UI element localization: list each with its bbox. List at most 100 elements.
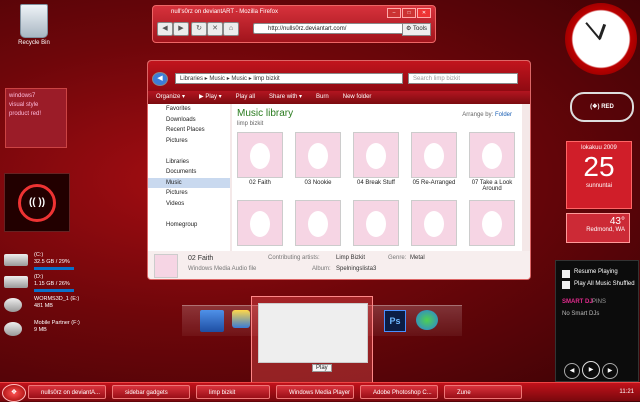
nav-homegroup[interactable]: Homegroup [148,220,230,231]
file-tile[interactable] [234,200,286,248]
windows-explorer-icon[interactable] [232,310,250,328]
nav-pictures[interactable]: Pictures [148,136,230,147]
play-icon [562,270,570,278]
album-art [353,200,399,246]
trash-icon [20,4,48,38]
library-subtitle: limp bizkit [237,121,264,127]
back-button[interactable]: ◀ [157,22,173,36]
file-tile[interactable]: 04 Break Stuff [350,132,402,186]
home-button[interactable]: ⌂ [223,22,239,36]
explorer-window[interactable]: ◀ Libraries ▸ Music ▸ Music ▸ limp bizki… [147,60,531,280]
windows-logo-gadget: (( )) [4,173,70,232]
weather-gadget[interactable]: 43° Redmond, WA [566,213,630,243]
photoshop-icon[interactable]: Ps [384,310,406,332]
artists-value[interactable]: Limp Bizkit [336,255,365,261]
tools-label: Tools [412,26,427,32]
arrange-by[interactable]: Arrange by: Folder [462,112,512,118]
smart-dj-tab[interactable]: SMART DJ [562,299,593,305]
burn-button[interactable]: Burn [316,91,329,104]
search-input[interactable]: Search limp bizkit [408,73,518,84]
firefox-window[interactable]: null's0rz on deviantART - Mozilla Firefo… [152,5,436,43]
details-pane: 02 Faith Windows Media Audio file Contri… [148,251,530,279]
zune-next-button[interactable]: ▶ [602,363,618,379]
shuffle-icon [562,281,570,289]
arrange-value[interactable]: Folder [495,112,512,118]
zune-player[interactable]: Resume Playing Play All Music Shuffled S… [555,260,639,382]
new-folder-button[interactable]: New folder [343,91,372,104]
reload-button[interactable]: ↻ [191,22,207,36]
nav-libraries[interactable]: Libraries [148,157,230,168]
start-button[interactable]: ❖ [2,384,26,402]
taskbar-sidebar-gadgets[interactable]: sidebar gadgets [112,385,190,399]
nav-videos[interactable]: Videos [148,199,230,210]
genre-value[interactable]: Metal [410,255,425,261]
file-tile[interactable] [350,200,402,248]
share-with-button[interactable]: Share with ▾ [269,91,302,104]
file-tile[interactable]: 02 Faith [234,132,286,186]
organize-button[interactable]: Organize ▾ [156,91,185,104]
nav-documents[interactable]: Documents [148,167,230,178]
play-all-button[interactable]: Play all [236,91,255,104]
windows-flag-icon: (( )) [18,183,56,222]
no-smart-djs: No Smart DJs [562,311,600,317]
taskbar-media-player[interactable]: Windows Media Player [276,385,354,399]
detail-type: Windows Media Audio file [188,266,257,272]
minimize-button[interactable]: – [387,8,401,18]
system-clock[interactable]: 11:21 [619,385,634,399]
sticky-note[interactable]: windows7 visual style product red! [5,88,67,148]
file-tile[interactable] [292,200,344,248]
taskbar-firefox[interactable]: nulls0rz on deviantA... [28,385,106,399]
file-tile[interactable]: 05 Re-Arranged [408,132,460,186]
nav-recent-places[interactable]: Recent Places [148,125,230,136]
zune-prev-button[interactable]: ◀ [564,363,580,379]
library-title: Music library [237,108,294,119]
breadcrumb[interactable]: Libraries ▸ Music ▸ Music ▸ limp bizkit [175,73,403,84]
album-art [411,200,457,246]
nav-downloads[interactable]: Downloads [148,115,230,126]
stop-button[interactable]: ✕ [207,22,223,36]
drive-c[interactable]: (C:) 32.5 GB / 29% [4,252,84,270]
drive-d[interactable]: (D:) 1.15 GB / 26% [4,274,84,292]
album-art [237,132,283,178]
back-button[interactable]: ◀ [152,72,168,86]
url-field[interactable]: http://nulls0rz.deviantart.com/ [253,23,408,34]
file-tile[interactable] [408,200,460,248]
album-value[interactable]: Spelningslista3 [336,266,376,272]
tools-button[interactable]: ⚙ Tools [402,23,431,36]
drive-info: 32.5 GB / 29% [34,259,70,265]
play-button[interactable]: ▶ Play ▾ [199,91,222,104]
windows-red-gadget[interactable]: (❖) RED [570,92,634,122]
window-title: null's0rz on deviantART - Mozilla Firefo… [171,9,278,15]
messenger-icon[interactable] [416,310,438,330]
taskbar-photoshop[interactable]: Adobe Photoshop C... [360,385,438,399]
zune-play-button[interactable]: ▶ [582,361,600,379]
calendar-gadget[interactable]: lokakuu 2009 25 sunnuntai [566,141,632,209]
taskbar-zune[interactable]: Zune [444,385,522,399]
drive-f[interactable]: Mobile Partner (F:) 9 MB [4,320,84,338]
forward-button[interactable]: ▶ [173,22,189,36]
file-tile[interactable]: 03 Nookie [292,132,344,186]
nav-pictures[interactable]: Pictures [148,188,230,199]
nav-favorites[interactable]: Favorites [148,104,230,115]
close-button[interactable]: ✕ [417,8,431,18]
file-tile[interactable] [466,200,518,248]
recycle-bin-icon[interactable]: Recycle Bin [4,4,64,46]
computer-icon[interactable] [200,310,224,332]
file-name: 02 Faith [249,180,271,186]
taskbar: ❖ nulls0rz on deviantA... sidebar gadget… [0,382,640,402]
maximize-button[interactable]: □ [402,8,416,18]
file-name: 03 Nookie [304,180,332,186]
file-name: 04 Break Stuff [357,180,395,186]
pins-tab[interactable]: PINS [592,299,606,305]
nav-music[interactable]: Music [148,177,230,188]
zune-resume[interactable]: Resume Playing [574,269,618,275]
taskbar-limp-bizkit[interactable]: limp bizkit [196,385,270,399]
clock-gadget[interactable] [565,3,637,75]
genre-label: Genre: [388,255,407,261]
note-line: windows7 [9,93,36,99]
file-tile[interactable]: 07 Take a Look Around [466,132,518,192]
zune-play-all[interactable]: Play All Music Shuffled [574,281,635,287]
drive-e[interactable]: WORMS3D_1 (E:) 481 MB [4,296,84,314]
taskbar-preview[interactable]: Play [251,296,373,384]
